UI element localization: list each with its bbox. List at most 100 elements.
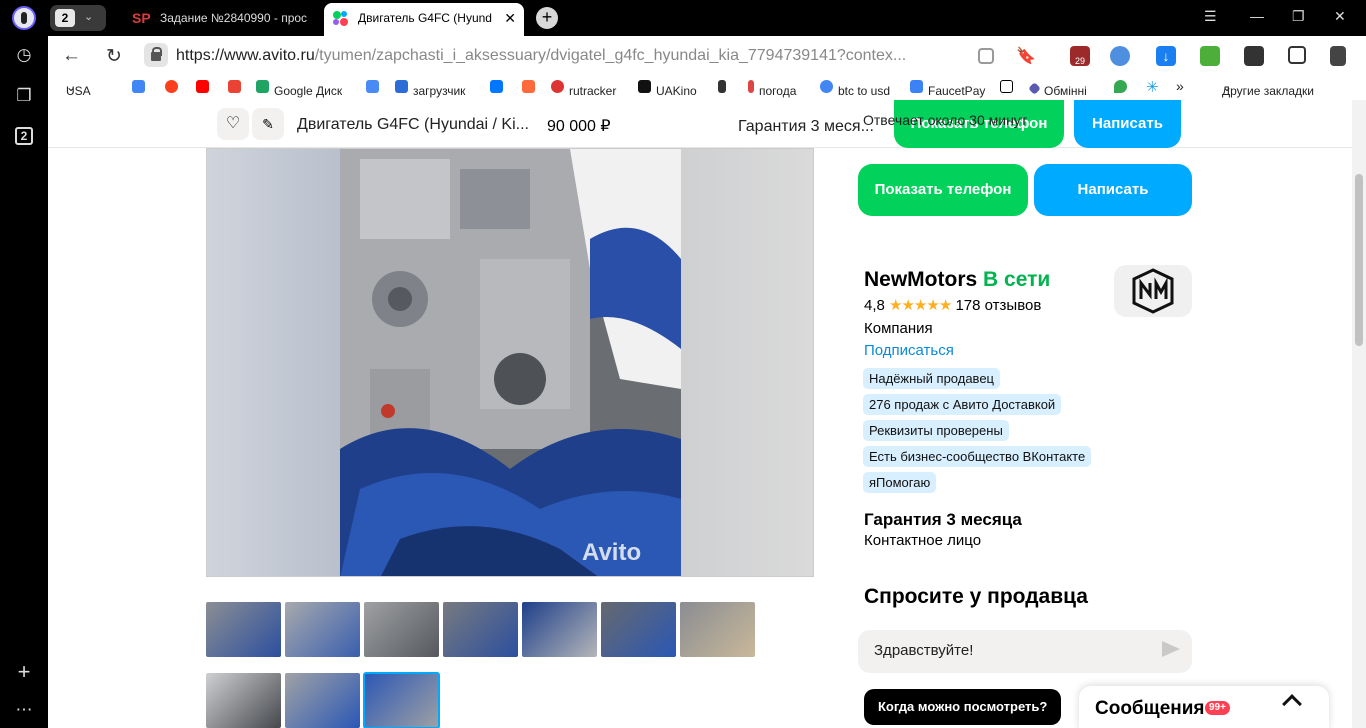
bookmark-btc[interactable]: btc to usd	[820, 80, 890, 98]
send-arrow-icon[interactable]	[1162, 641, 1180, 657]
bc-icon[interactable]	[1000, 80, 1018, 94]
calendar-ext-icon[interactable]: 29	[1070, 46, 1090, 66]
seller-rating[interactable]: 4,8 ★★★★★ 178 отзывов	[864, 296, 1050, 314]
bookmark-usa[interactable]: USA ⌄	[66, 80, 91, 98]
new-tab-button[interactable]: +	[536, 7, 558, 29]
thumbnail[interactable]	[601, 602, 676, 657]
bookmark-loader[interactable]: загрузчик	[395, 80, 465, 98]
subscribe-link[interactable]: Подписаться	[864, 342, 1050, 359]
yandex-icon[interactable]	[165, 80, 183, 94]
tab-avito-active[interactable]: Двигатель G4FC (Hyund ✕	[324, 3, 524, 36]
engine-photo	[340, 149, 681, 576]
write-button[interactable]: Написать	[1034, 164, 1192, 216]
star-ext-icon[interactable]: ✳	[1146, 78, 1159, 96]
extension-icon[interactable]	[1244, 46, 1264, 66]
vk-icon[interactable]	[490, 80, 508, 94]
badge[interactable]: 276 продаж с Авито Доставкой	[863, 394, 1062, 415]
close-tab-icon[interactable]: ✕	[504, 3, 516, 33]
thumbnail[interactable]	[680, 602, 755, 657]
copy-link-icon[interactable]	[978, 48, 994, 64]
messages-panel[interactable]: Сообщения 99+	[1079, 686, 1329, 728]
badge[interactable]: Надёжный продавец	[863, 368, 1000, 389]
seller-type: Компания	[864, 320, 933, 337]
f-icon[interactable]	[522, 80, 540, 94]
download-ext-icon[interactable]: ↓	[1156, 46, 1176, 66]
thumbnail[interactable]	[443, 602, 518, 657]
download-manager-icon[interactable]	[1330, 46, 1346, 66]
history-clock-icon[interactable]: ◷	[14, 45, 34, 65]
translate-icon[interactable]	[366, 80, 384, 94]
thumbnail[interactable]	[285, 673, 360, 728]
badge[interactable]: яПомогаю	[863, 472, 937, 493]
page-scrollbar[interactable]	[1352, 100, 1366, 728]
bookmark-icon[interactable]: 🔖	[1016, 46, 1036, 66]
avito-favicon-icon	[333, 11, 349, 27]
google-icon[interactable]	[132, 80, 150, 94]
seller-logo[interactable]	[1114, 265, 1192, 317]
url-field[interactable]: https://www.avito.ru/tyumen/zapchasti_i_…	[176, 47, 906, 65]
tab-label: Двигатель G4FC (Hyund	[358, 11, 492, 25]
profile-avatar-icon[interactable]	[12, 6, 36, 30]
chevron-down-icon: ⌄	[84, 11, 94, 23]
bookmark-faucetpay[interactable]: FaucetPay	[910, 80, 985, 98]
bookmark-exchange[interactable]: Обмінні	[1028, 80, 1087, 98]
more-dots-icon[interactable]: ⋯	[14, 700, 34, 720]
menu-icon[interactable]: ☰	[1204, 8, 1217, 25]
photo-blur-left	[207, 149, 340, 576]
bookmark-uakino[interactable]: UAKino	[638, 80, 697, 98]
reload-icon[interactable]: ↻	[106, 45, 122, 68]
guarantee-title: Гарантия 3 месяца	[864, 510, 1022, 529]
seller-name[interactable]: NewMotors	[864, 268, 977, 291]
bookmark-rutracker[interactable]: rutracker	[551, 80, 616, 98]
bookmark-weather[interactable]: погода	[748, 80, 796, 98]
address-bar: ← ↻ https://www.avito.ru/tyumen/zapchast…	[48, 36, 1366, 76]
thumbnail[interactable]	[522, 602, 597, 657]
gmail-icon[interactable]	[228, 80, 246, 94]
thumbnail-selected[interactable]	[363, 672, 440, 728]
show-phone-button[interactable]: Показать телефон	[858, 164, 1028, 216]
more-bookmarks-icon[interactable]: »	[1176, 78, 1184, 94]
tab-count-icon[interactable]: 2	[15, 127, 33, 145]
bookmarks-bar: USA ⌄ Google Диск загрузчик rutracker UA…	[48, 76, 1366, 100]
avito-watermark: Avito	[582, 539, 642, 566]
tab-task[interactable]: SP Задание №2840990 - прос	[126, 3, 322, 36]
thumbnail[interactable]	[206, 602, 281, 657]
thumbnail[interactable]	[206, 673, 281, 728]
tab-label: Задание №2840990 - прос	[160, 11, 308, 25]
badge[interactable]: Есть бизнес-сообщество ВКонтакте	[863, 446, 1092, 467]
savefrom-ext-icon[interactable]	[1200, 46, 1220, 66]
badge[interactable]: Реквизиты проверены	[863, 420, 1009, 441]
close-window-icon[interactable]: ✕	[1334, 8, 1346, 25]
lock-icon[interactable]	[144, 43, 168, 67]
back-arrow-icon[interactable]: ←	[62, 45, 81, 67]
minimize-icon[interactable]: —	[1250, 8, 1264, 24]
tab-strip: 2 ⌄ SP Задание №2840990 - прос Двигатель…	[48, 0, 1366, 36]
note-button[interactable]: ✎	[252, 108, 284, 140]
thumbnail[interactable]	[364, 602, 439, 657]
add-panel-icon[interactable]: +	[14, 661, 34, 683]
photo-blur-right	[680, 149, 813, 576]
reader-ext-icon[interactable]	[1288, 46, 1306, 64]
avito-listing-page: ♡ ✎ Двигатель G4FC (Hyundai / Ki... 90 0…	[48, 100, 1352, 728]
message-input[interactable]	[874, 642, 1144, 659]
bookmark-other[interactable]: Другие закладки ⌄	[1222, 80, 1314, 98]
collections-icon[interactable]: ❐	[14, 86, 34, 106]
sticky-header: ♡ ✎ Двигатель G4FC (Hyundai / Ki... 90 0…	[48, 100, 1352, 148]
tab-group-button[interactable]: 2 ⌄	[50, 5, 106, 31]
chevron-up-icon[interactable]	[1282, 694, 1302, 714]
youtube-icon[interactable]	[196, 80, 214, 94]
maps-pin-icon[interactable]	[1114, 80, 1132, 94]
quick-question-chip[interactable]: Когда можно посмотреть?	[864, 689, 1062, 725]
chess-icon[interactable]	[718, 80, 731, 94]
message-box	[858, 630, 1192, 673]
thumbnail[interactable]	[285, 602, 360, 657]
sticky-write-button[interactable]: Написать	[1074, 100, 1181, 148]
favorite-heart-button[interactable]: ♡	[217, 108, 249, 140]
online-status: В сети	[983, 268, 1051, 291]
vpn-ext-icon[interactable]	[1110, 46, 1130, 66]
scrollbar-thumb[interactable]	[1355, 174, 1363, 346]
restore-icon[interactable]: ❐	[1292, 8, 1305, 25]
main-photo[interactable]: Avito	[206, 148, 814, 577]
bookmark-google-drive[interactable]: Google Диск	[256, 80, 342, 98]
sticky-guarantee: Гарантия 3 меся...	[738, 118, 874, 135]
